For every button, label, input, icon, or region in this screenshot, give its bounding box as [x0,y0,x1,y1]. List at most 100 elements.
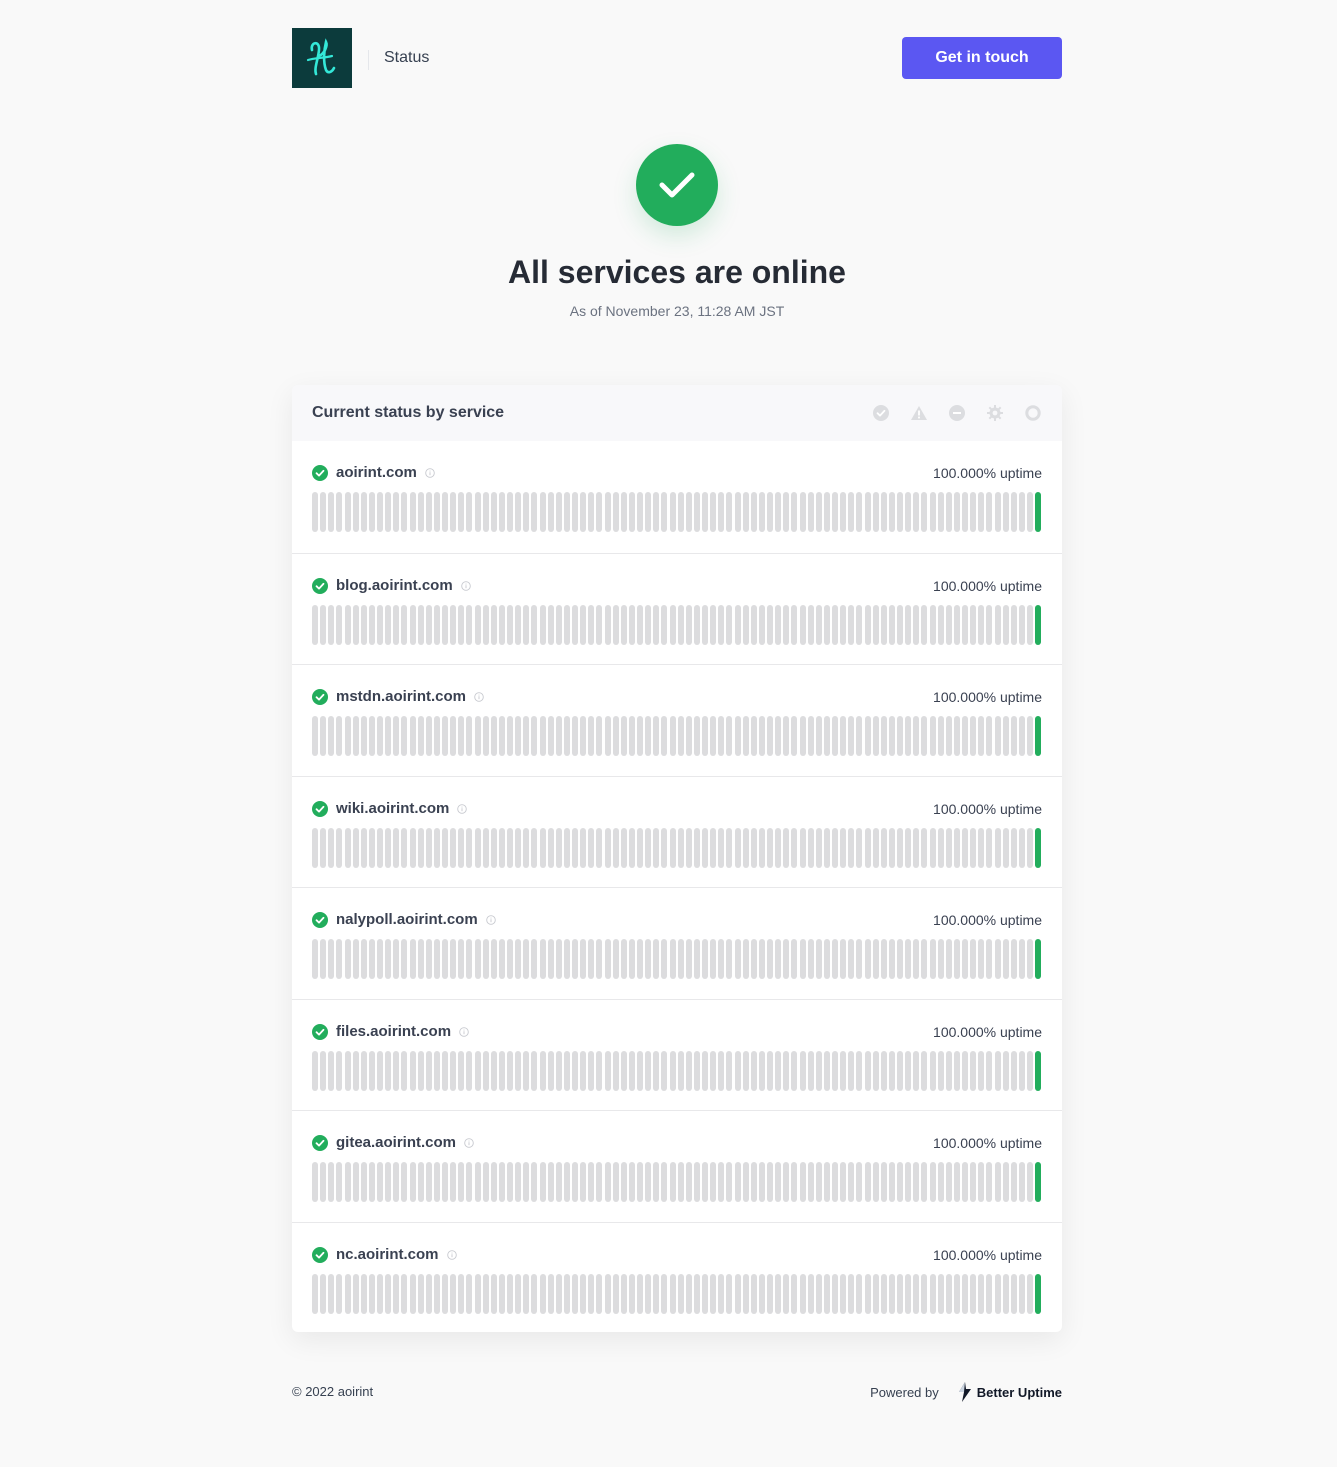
uptime-day-bar-nodata[interactable] [498,1162,505,1202]
uptime-day-bar-nodata[interactable] [702,1162,708,1202]
uptime-day-bar-nodata[interactable] [620,939,627,979]
uptime-day-bar-nodata[interactable] [417,1273,424,1314]
info-icon[interactable] [425,468,435,478]
uptime-day-bar-nodata[interactable] [970,939,977,979]
uptime-day-bar-nodata[interactable] [580,1050,587,1091]
uptime-day-bar-nodata[interactable] [840,1050,847,1091]
uptime-day-bar-nodata[interactable] [848,939,855,979]
uptime-day-bar-nodata[interactable] [791,492,798,532]
uptime-day-bar-nodata[interactable] [612,939,619,979]
uptime-day-bar-nodata[interactable] [970,1273,977,1314]
uptime-day-bar-nodata[interactable] [823,827,830,868]
uptime-day-bar-nodata[interactable] [653,1273,660,1314]
uptime-day-bar-up[interactable] [1035,939,1042,979]
uptime-day-bar-nodata[interactable] [588,939,595,979]
uptime-day-bar-nodata[interactable] [791,1162,798,1202]
uptime-day-bar-nodata[interactable] [1018,827,1025,868]
uptime-day-bar-nodata[interactable] [458,492,465,532]
uptime-day-bar-nodata[interactable] [385,1050,392,1091]
uptime-day-bar-nodata[interactable] [620,716,627,756]
uptime-day-bar-nodata[interactable] [767,492,773,532]
uptime-day-bar-nodata[interactable] [832,1050,838,1091]
uptime-day-bar-up[interactable] [1035,604,1042,645]
uptime-day-bar-nodata[interactable] [393,492,400,532]
uptime-day-bar-nodata[interactable] [921,716,928,756]
uptime-day-bar-nodata[interactable] [466,1273,473,1314]
uptime-day-bar-nodata[interactable] [612,604,619,645]
uptime-day-bar-nodata[interactable] [628,1162,635,1202]
uptime-day-bar-nodata[interactable] [669,492,676,532]
uptime-day-bar-nodata[interactable] [401,1162,408,1202]
uptime-day-bar-nodata[interactable] [490,492,497,532]
uptime-day-bar-nodata[interactable] [1018,1273,1025,1314]
uptime-day-bar-nodata[interactable] [344,604,351,645]
uptime-day-bar-nodata[interactable] [490,1273,497,1314]
uptime-day-bar-nodata[interactable] [832,1162,838,1202]
uptime-day-bar-nodata[interactable] [718,1050,725,1091]
uptime-day-bar-nodata[interactable] [872,716,879,756]
uptime-day-bar-nodata[interactable] [507,939,513,979]
uptime-day-bar-nodata[interactable] [482,1162,489,1202]
uptime-day-bar-nodata[interactable] [450,716,457,756]
degraded-icon[interactable] [910,404,928,422]
uptime-day-bar-nodata[interactable] [385,939,392,979]
uptime-day-bar-nodata[interactable] [312,492,318,532]
info-icon[interactable] [446,1249,457,1260]
uptime-day-bar-nodata[interactable] [726,492,733,532]
uptime-day-bar-nodata[interactable] [653,939,660,979]
uptime-day-bar-nodata[interactable] [320,492,327,532]
uptime-day-bar-nodata[interactable] [539,604,546,645]
uptime-day-bar-nodata[interactable] [888,939,895,979]
uptime-day-bar-nodata[interactable] [482,604,489,645]
uptime-day-bar-nodata[interactable] [921,1050,928,1091]
uptime-day-bar-nodata[interactable] [856,716,863,756]
uptime-day-bar-nodata[interactable] [539,827,546,868]
uptime-day-bar-nodata[interactable] [953,1273,960,1314]
uptime-day-bar-nodata[interactable] [612,1162,619,1202]
info-icon[interactable] [459,1026,469,1037]
uptime-day-bar-nodata[interactable] [620,604,627,645]
uptime-day-bar-nodata[interactable] [823,1050,830,1091]
uptime-day-bar-nodata[interactable] [547,716,554,756]
uptime-day-bar-nodata[interactable] [555,827,562,868]
uptime-day-bar-nodata[interactable] [523,716,530,756]
uptime-day-bar-nodata[interactable] [905,1273,912,1314]
uptime-day-bar-nodata[interactable] [775,492,782,532]
uptime-day-bar-nodata[interactable] [1010,716,1017,756]
uptime-day-bar-nodata[interactable] [726,604,733,645]
uptime-day-bar-nodata[interactable] [401,939,408,979]
uptime-day-bar-nodata[interactable] [458,1050,465,1091]
uptime-day-bar-nodata[interactable] [945,716,952,756]
uptime-day-bar-nodata[interactable] [515,1273,522,1314]
uptime-day-bar-nodata[interactable] [393,716,400,756]
uptime-day-bar-nodata[interactable] [555,939,562,979]
uptime-day-bar-nodata[interactable] [888,1162,895,1202]
uptime-day-bar-nodata[interactable] [945,1050,952,1091]
uptime-day-bar-nodata[interactable] [393,604,400,645]
uptime-day-bar-nodata[interactable] [596,1050,603,1091]
uptime-day-bar-nodata[interactable] [604,1273,611,1314]
uptime-day-bar-nodata[interactable] [669,716,676,756]
uptime-day-bar-nodata[interactable] [328,604,335,645]
uptime-day-bar-nodata[interactable] [702,1273,708,1314]
uptime-day-bar-nodata[interactable] [783,492,790,532]
uptime-day-bar-nodata[interactable] [880,716,887,756]
uptime-day-bar-nodata[interactable] [685,716,692,756]
uptime-day-bar-nodata[interactable] [807,1050,814,1091]
uptime-day-bar-nodata[interactable] [897,1273,903,1314]
uptime-day-bar-nodata[interactable] [401,827,408,868]
uptime-day-bar-nodata[interactable] [1010,492,1017,532]
uptime-day-bar-nodata[interactable] [832,604,838,645]
uptime-day-bar-nodata[interactable] [758,604,765,645]
uptime-day-bar-nodata[interactable] [466,939,473,979]
uptime-day-bar-nodata[interactable] [815,604,822,645]
uptime-day-bar-nodata[interactable] [547,1273,554,1314]
uptime-day-bar-nodata[interactable] [710,827,717,868]
uptime-day-bar-nodata[interactable] [645,492,652,532]
uptime-day-bar-nodata[interactable] [872,604,879,645]
uptime-day-bar-nodata[interactable] [588,492,595,532]
uptime-day-bar-nodata[interactable] [515,492,522,532]
uptime-day-bar-nodata[interactable] [328,827,335,868]
uptime-day-bar-nodata[interactable] [685,1050,692,1091]
uptime-day-bar-nodata[interactable] [734,1050,741,1091]
